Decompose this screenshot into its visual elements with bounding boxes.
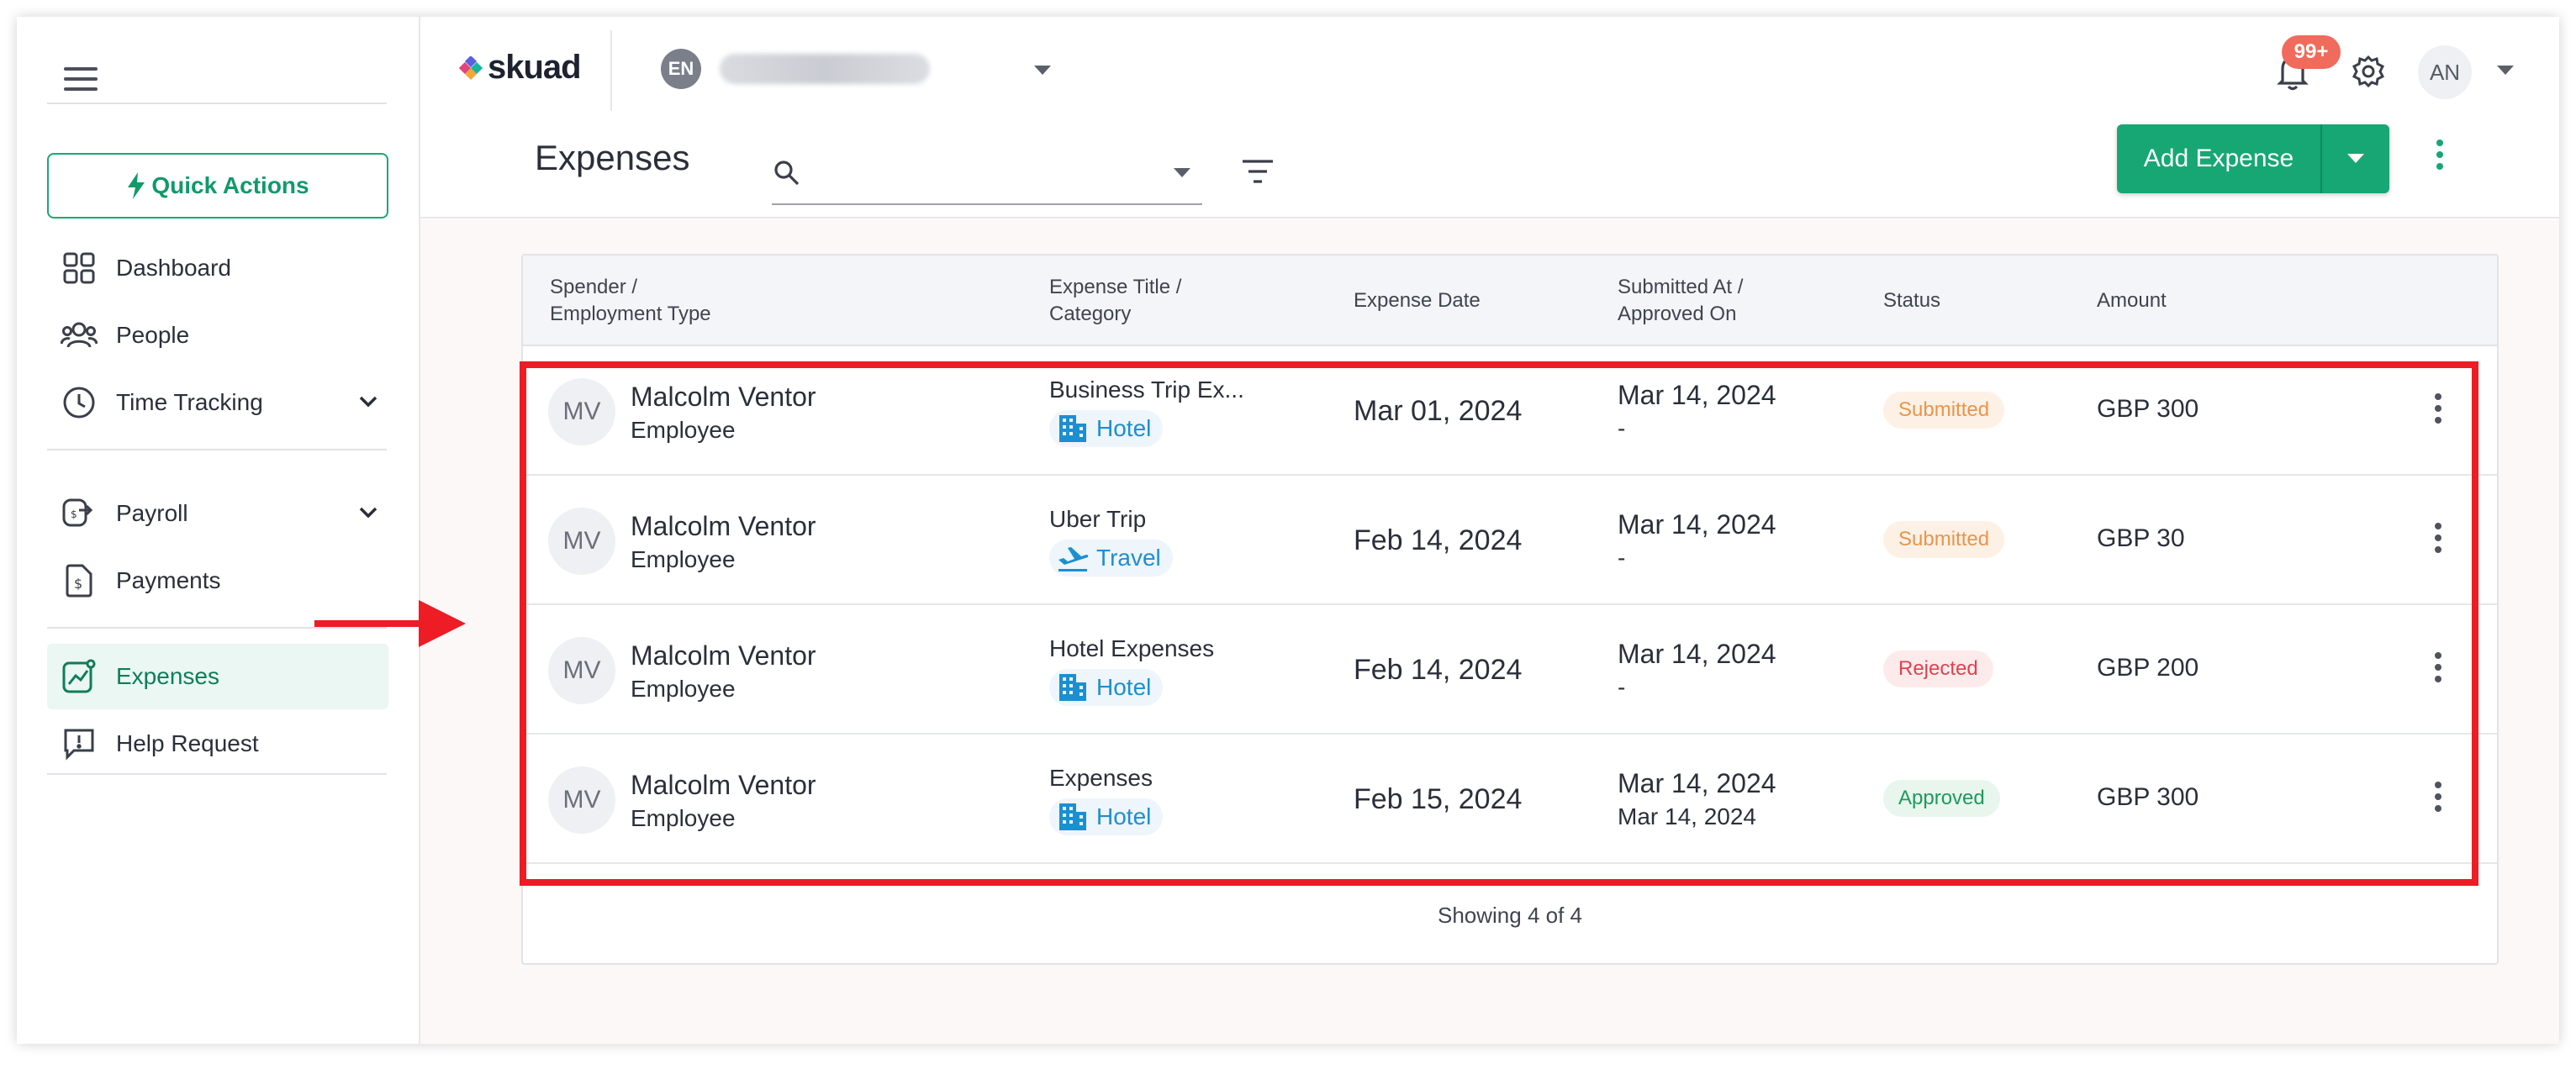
sidebar-item-label: Dashboard: [116, 255, 231, 281]
people-icon: [61, 317, 98, 354]
sidebar-item-payroll[interactable]: $ Payroll: [47, 481, 388, 546]
lightning-icon: [128, 172, 145, 199]
chevron-down-icon[interactable]: [355, 388, 382, 415]
add-expense-button[interactable]: Add Expense: [2117, 124, 2320, 193]
pagination-summary: Showing 4 of 4: [1437, 903, 1582, 928]
sidebar: Quick Actions Dashboard People Time Trac…: [17, 17, 420, 1044]
divider: [47, 449, 387, 450]
sidebar-item-label: Payroll: [116, 500, 188, 526]
add-expense-dropdown-button[interactable]: [2320, 124, 2389, 193]
org-dropdown-caret-icon[interactable]: [1034, 66, 1051, 75]
header-line: Approved On: [1618, 303, 1737, 325]
sidebar-item-label: Expenses: [116, 663, 219, 689]
divider: [610, 30, 612, 111]
sidebar-item-expenses[interactable]: Expenses: [47, 644, 388, 709]
header-line: Category: [1049, 303, 1132, 325]
organization-name-blurred[interactable]: [720, 54, 930, 84]
app-window: Quick Actions Dashboard People Time Trac…: [17, 17, 2559, 1044]
user-avatar[interactable]: AN: [2418, 45, 2472, 99]
add-expense-button-group: Add Expense: [2117, 124, 2389, 193]
help-request-icon: [61, 725, 98, 762]
sidebar-item-dashboard[interactable]: Dashboard: [47, 235, 388, 301]
divider: [47, 103, 387, 104]
highlight-box: [520, 361, 2478, 886]
sidebar-item-label: People: [116, 322, 190, 348]
payroll-icon: $: [61, 495, 98, 532]
search-input[interactable]: [772, 140, 1202, 205]
filter-icon[interactable]: [1239, 156, 1276, 187]
sidebar-item-people[interactable]: People: [47, 303, 388, 368]
svg-text:$: $: [74, 576, 82, 592]
notification-count-badge: 99+: [2282, 35, 2341, 69]
sidebar-item-label: Payments: [116, 567, 221, 593]
header-line: Employment Type: [550, 303, 711, 325]
payments-icon: $: [61, 562, 98, 599]
header-line: Spender /: [550, 276, 638, 298]
header-line: Submitted At /: [1618, 276, 1744, 298]
caret-down-icon: [2347, 154, 2364, 163]
column-header-date[interactable]: Expense Date: [1354, 287, 1481, 314]
table-header: Spender / Employment Type Expense Title …: [523, 255, 2497, 346]
menu-icon[interactable]: [64, 67, 98, 92]
clock-icon: [61, 384, 98, 421]
top-header: skuad EN 99+ AN Expenses Add Expense: [420, 17, 2559, 219]
quick-actions-button[interactable]: Quick Actions: [47, 153, 388, 219]
skuad-logo-icon: [459, 55, 483, 80]
user-menu-caret-icon[interactable]: [2497, 66, 2514, 75]
chevron-down-icon[interactable]: [355, 499, 382, 526]
logo-text: skuad: [488, 49, 582, 86]
search-icon: [774, 161, 800, 186]
page-title: Expenses: [535, 138, 690, 177]
column-header-amount[interactable]: Amount: [2097, 287, 2167, 314]
language-badge[interactable]: EN: [661, 49, 701, 89]
search-dropdown-caret-icon[interactable]: [1174, 168, 1190, 177]
logo[interactable]: skuad: [459, 49, 582, 87]
svg-text:$: $: [71, 508, 77, 520]
divider: [47, 773, 387, 775]
column-header-title[interactable]: Expense Title / Category: [1049, 274, 1181, 328]
expenses-icon: [61, 658, 98, 695]
sidebar-item-time-tracking[interactable]: Time Tracking: [47, 370, 388, 435]
dashboard-icon: [61, 250, 98, 287]
column-header-submitted[interactable]: Submitted At / Approved On: [1618, 274, 1743, 328]
gear-icon[interactable]: [2347, 50, 2389, 92]
header-line: Expense Title /: [1049, 276, 1182, 298]
sidebar-item-label: Time Tracking: [116, 389, 263, 415]
sidebar-item-label: Help Request: [116, 730, 259, 756]
more-options-icon[interactable]: [2430, 140, 2450, 178]
quick-actions-label: Quick Actions: [151, 172, 309, 198]
arrow-annotation-icon: [314, 600, 466, 647]
sidebar-item-help-request[interactable]: Help Request: [47, 711, 388, 777]
column-header-status[interactable]: Status: [1883, 287, 1940, 314]
column-header-spender[interactable]: Spender / Employment Type: [550, 274, 711, 328]
